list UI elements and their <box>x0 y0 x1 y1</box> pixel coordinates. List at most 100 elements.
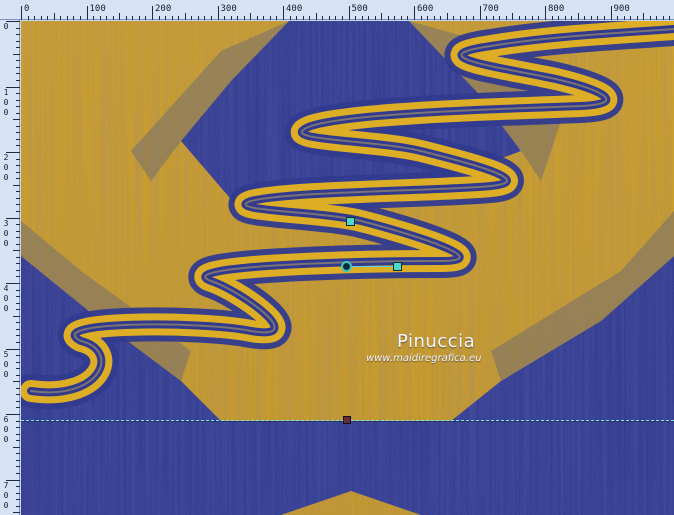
ruler-tick <box>16 302 20 304</box>
ruler-tick <box>16 335 20 337</box>
ruler-tick <box>16 158 20 160</box>
ruler-tick <box>6 283 20 284</box>
ruler-label: 0 <box>3 369 9 379</box>
ruler-tick <box>256 16 258 20</box>
ruler-tick <box>16 472 20 474</box>
ruler-label: 2 <box>3 153 9 162</box>
ruler-label: 0 <box>3 425 9 434</box>
ruler-tick <box>531 16 533 20</box>
ruler-tick <box>16 466 20 468</box>
ruler-tick <box>335 16 337 20</box>
rotation-handle[interactable] <box>393 262 402 271</box>
ruler-tick <box>191 16 193 20</box>
rotation-pivot-handle[interactable] <box>341 261 352 272</box>
ruler-tick <box>16 165 20 167</box>
ruler-tick <box>13 315 20 317</box>
ruler-tick <box>472 16 474 20</box>
ruler-tick <box>636 16 638 20</box>
ruler-tick <box>269 16 271 20</box>
ruler-tick <box>16 73 20 75</box>
ruler-tick <box>16 400 20 402</box>
ruler-tick <box>630 16 632 20</box>
ruler-tick <box>584 16 586 20</box>
ruler-tick <box>16 34 20 36</box>
ruler-tick <box>86 6 88 20</box>
ruler-tick <box>512 13 514 20</box>
ruler-tick <box>13 53 20 55</box>
ruler-tick <box>545 6 546 20</box>
ruler-tick <box>309 16 311 20</box>
ruler-tick <box>368 16 370 20</box>
ruler-tick <box>217 6 219 20</box>
ruler-tick <box>466 16 468 20</box>
ruler-tick <box>16 453 20 455</box>
ruler-label: 200 <box>155 4 172 14</box>
ruler-tick <box>525 16 527 20</box>
ruler-tick <box>16 112 20 114</box>
ruler-tick <box>60 16 62 20</box>
ruler-tick <box>16 132 20 134</box>
ruler-tick <box>302 16 304 20</box>
ruler-tick <box>6 152 20 153</box>
ruler-tick <box>577 13 579 20</box>
ruler-tick <box>6 86 20 88</box>
ruler-label: 0 <box>3 228 9 238</box>
ruler-tick <box>237 16 239 20</box>
ruler-tick <box>394 16 396 20</box>
ruler-tick <box>6 348 20 350</box>
ruler-tick <box>16 459 20 461</box>
ruler-tick <box>420 16 422 20</box>
ruler-tick <box>6 414 20 415</box>
horizontal-ruler[interactable]: 0 100 200 300 400 500 600 700 800 900 <box>0 0 674 20</box>
ruler-tick <box>184 13 186 20</box>
ruler-tick <box>446 13 448 20</box>
ruler-label: 700 <box>482 4 499 14</box>
ruler-tick <box>16 328 20 330</box>
guide-marker-handle[interactable] <box>343 416 351 424</box>
ruler-label: 5 <box>3 349 9 359</box>
vertical-ruler[interactable]: 0100200300400500600700 <box>0 20 20 515</box>
ruler-label: 0 <box>3 107 9 117</box>
ruler-label: 0 <box>3 435 9 444</box>
ruler-tick <box>486 16 488 20</box>
ruler-tick <box>16 138 20 140</box>
ruler-tick <box>224 16 226 20</box>
ruler-tick <box>119 13 121 20</box>
ruler-label: 0 <box>3 490 9 500</box>
ruler-tick <box>492 16 494 20</box>
ruler-tick <box>603 16 605 20</box>
ruler-tick <box>16 79 20 81</box>
ruler-tick <box>571 16 573 20</box>
ruler-tick <box>322 16 324 20</box>
ruler-tick <box>16 99 20 101</box>
ruler-tick <box>16 256 20 258</box>
image-canvas[interactable]: Pinuccia www.maidiregrafica.eu <box>21 21 674 515</box>
ruler-tick <box>348 6 350 20</box>
ruler-tick <box>623 16 625 20</box>
deformation-top-handle[interactable] <box>346 217 355 226</box>
ruler-tick <box>73 16 75 20</box>
ruler-tick <box>16 210 20 212</box>
ruler-tick <box>230 16 232 20</box>
ruler-tick <box>16 433 20 435</box>
ruler-tick <box>427 16 429 20</box>
ruler-tick <box>13 250 20 252</box>
ruler-tick <box>16 355 20 357</box>
ruler-tick <box>341 16 343 20</box>
ruler-tick <box>16 486 20 488</box>
ruler-tick <box>16 427 20 429</box>
ruler-tick <box>590 16 592 20</box>
image-editor-window: 0 100 200 300 400 500 600 700 800 900 01002003004… <box>0 0 674 515</box>
ruler-tick <box>16 269 20 271</box>
ruler-tick <box>558 16 560 20</box>
ruler-tick <box>499 16 501 20</box>
ruler-tick <box>669 16 671 20</box>
ruler-tick <box>564 16 566 20</box>
ruler-tick <box>16 243 20 245</box>
ruler-label: 400 <box>286 4 303 14</box>
ruler-tick <box>16 289 20 291</box>
ruler-tick <box>16 171 20 173</box>
ruler-tick <box>210 16 212 20</box>
ruler-label: 6 <box>3 415 9 424</box>
ruler-tick <box>433 16 435 20</box>
